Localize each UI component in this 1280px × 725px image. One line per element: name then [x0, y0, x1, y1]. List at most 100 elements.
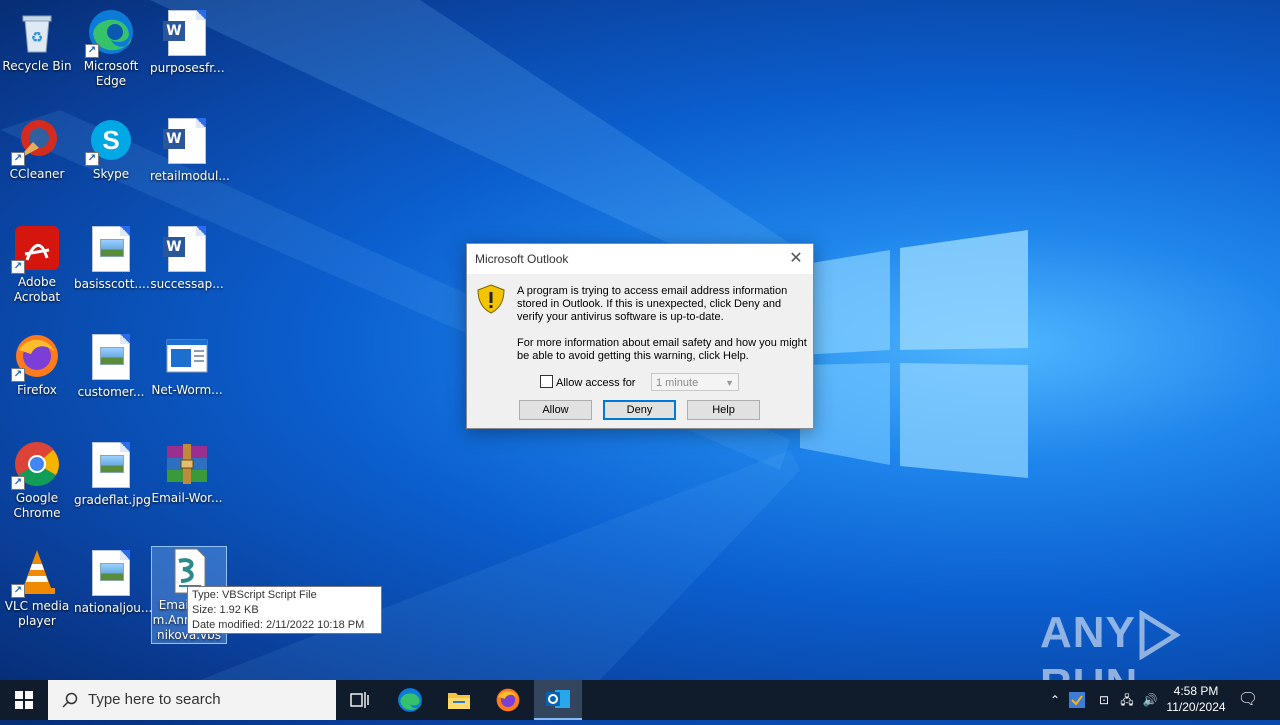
firefox-icon — [496, 688, 520, 712]
word-document-icon: W — [163, 10, 211, 58]
desktop-icon-recycle-bin[interactable]: ♻ Recycle Bin — [0, 8, 74, 74]
application-window-icon — [163, 332, 211, 380]
volume-icon[interactable]: 🔊 — [1140, 680, 1160, 720]
ccleaner-icon: ↗ — [11, 116, 61, 166]
icon-label: VLC media player — [4, 599, 70, 628]
image-file-icon — [87, 442, 135, 490]
dialog-message-warning: A program is trying to access email addr… — [517, 285, 788, 323]
icon-label: retailmodul... — [150, 169, 230, 183]
chrome-icon: ↗ — [11, 440, 61, 490]
icon-label: customer... — [77, 385, 145, 399]
desktop-icon-basisscott[interactable]: basisscott.... — [74, 224, 150, 292]
taskbar-file-explorer-button[interactable] — [439, 680, 479, 720]
allow-access-checkbox-row[interactable]: Allow access for — [540, 374, 635, 392]
adobe-acrobat-icon: ↗ — [11, 224, 61, 274]
allow-button[interactable]: Allow — [519, 400, 592, 420]
close-icon[interactable]: ✕ — [787, 244, 805, 274]
chevron-down-icon: ▼ — [725, 378, 734, 388]
dialog-title: Microsoft Outlook — [475, 252, 569, 266]
play-logo-icon — [1139, 610, 1181, 661]
allow-access-checkbox[interactable] — [540, 375, 553, 388]
icon-label: Firefox — [17, 383, 57, 397]
outlook-icon — [546, 690, 570, 708]
start-button[interactable] — [0, 680, 48, 720]
shortcut-arrow-icon: ↗ — [11, 368, 25, 382]
desktop-icon-skype[interactable]: S ↗ Skype — [74, 116, 148, 182]
svg-text:♻: ♻ — [31, 30, 44, 46]
icon-label: nationaljou... — [74, 601, 153, 615]
shortcut-arrow-icon: ↗ — [85, 152, 99, 166]
desktop-icon-customer[interactable]: customer... — [74, 332, 148, 400]
desktop-icon-email-worm-archive[interactable]: Email-Wor... — [150, 440, 224, 506]
task-view-button[interactable] — [340, 680, 380, 720]
folder-icon — [448, 693, 470, 709]
winrar-archive-icon — [163, 440, 211, 488]
network-icon[interactable]: 🖧 — [1117, 680, 1137, 720]
desktop-icon-microsoft-edge[interactable]: ↗ Microsoft Edge — [74, 8, 148, 89]
search-placeholder: Type here to search — [88, 691, 221, 708]
action-center-notification-icon[interactable]: 🗨 — [1236, 680, 1260, 720]
icon-label: successap... — [150, 277, 224, 291]
shortcut-arrow-icon: ↗ — [11, 476, 25, 490]
shortcut-arrow-icon: ↗ — [11, 152, 25, 166]
taskbar-edge-button[interactable] — [390, 680, 430, 720]
icon-label: Adobe Acrobat — [13, 275, 61, 304]
svg-text:S: S — [102, 125, 119, 155]
dialog-message-help: For more information about email safety … — [517, 337, 807, 362]
desktop-icon-vlc[interactable]: ↗ VLC media player — [0, 548, 74, 629]
clock-time: 4:58 PM — [1173, 684, 1219, 698]
show-hidden-icons-chevron-up-icon[interactable]: ⌃ — [1046, 680, 1064, 720]
desktop-icon-gradeflat[interactable]: gradeflat.jpg — [74, 440, 151, 508]
icon-label: gradeflat.jpg — [74, 493, 151, 507]
desktop-icon-firefox[interactable]: ↗ Firefox — [0, 332, 74, 398]
desktop-icon-google-chrome[interactable]: ↗ Google Chrome — [0, 440, 74, 521]
desktop-icon-retailmodul[interactable]: W retailmodul... — [150, 116, 230, 184]
tooltip-type: Type: VBScript Script File — [192, 589, 317, 601]
taskbar-firefox-button[interactable] — [488, 680, 528, 720]
edge-icon: ↗ — [85, 8, 135, 58]
icon-label: Email-Wor... — [151, 491, 223, 505]
clock-date: 11/20/2024 — [1166, 700, 1226, 714]
search-icon — [62, 692, 78, 708]
desktop-icon-adobe-acrobat[interactable]: ↗ Adobe Acrobat — [0, 224, 74, 305]
skype-icon: S ↗ — [85, 116, 135, 166]
taskbar: Type here to search ⌃ ⊡ 🖧 🔊 4:58 PM 11/2… — [0, 680, 1280, 720]
word-document-icon: W — [163, 226, 211, 274]
edge-icon — [398, 688, 422, 712]
task-view-icon — [350, 692, 369, 708]
desktop-icon-nationaljou[interactable]: nationaljou... — [74, 548, 153, 616]
windows-start-icon — [15, 691, 33, 709]
recycle-bin-icon: ♻ — [13, 8, 61, 56]
icon-label: Net-Worm... — [151, 383, 223, 397]
tray-app-icon[interactable] — [1068, 680, 1090, 720]
security-tray-icon — [1069, 692, 1085, 708]
image-file-icon — [87, 334, 135, 382]
desktop-icon-purposesfr[interactable]: W purposesfr... — [150, 8, 225, 76]
deny-button[interactable]: Deny — [603, 400, 676, 420]
firefox-icon: ↗ — [11, 332, 61, 382]
icon-label: Microsoft Edge — [83, 59, 139, 88]
desktop-icon-net-worm[interactable]: Net-Worm... — [150, 332, 224, 398]
warning-shield-icon — [477, 284, 505, 314]
vlc-cone-icon: ↗ — [11, 548, 61, 598]
image-file-icon — [87, 226, 135, 274]
taskbar-search-box[interactable]: Type here to search — [48, 680, 336, 720]
shortcut-arrow-icon: ↗ — [11, 260, 25, 274]
windows-logo-wallpaper — [800, 230, 1028, 478]
outlook-security-dialog: Microsoft Outlook ✕ A program is trying … — [466, 243, 814, 429]
tooltip-date-modified: Date modified: 2/11/2022 10:18 PM — [192, 619, 365, 631]
icon-label: CCleaner — [9, 167, 65, 181]
icon-label: Recycle Bin — [2, 59, 72, 73]
word-document-icon: W — [163, 118, 211, 166]
dialog-titlebar[interactable]: Microsoft Outlook ✕ — [467, 244, 813, 274]
help-button[interactable]: Help — [687, 400, 760, 420]
file-tooltip: Type: VBScript Script File Size: 1.92 KB… — [187, 586, 382, 634]
icon-label: purposesfr... — [150, 61, 225, 75]
allow-access-label: Allow access for — [556, 377, 636, 389]
anyrun-watermark: ANYRUN — [1040, 608, 1235, 709]
tray-meet-now-icon[interactable]: ⊡ — [1094, 680, 1114, 720]
taskbar-outlook-button[interactable] — [534, 680, 582, 720]
desktop-icon-successap[interactable]: W successap... — [150, 224, 224, 292]
desktop-icon-ccleaner[interactable]: ↗ CCleaner — [0, 116, 74, 182]
taskbar-clock[interactable]: 4:58 PM 11/20/2024 — [1160, 683, 1232, 715]
